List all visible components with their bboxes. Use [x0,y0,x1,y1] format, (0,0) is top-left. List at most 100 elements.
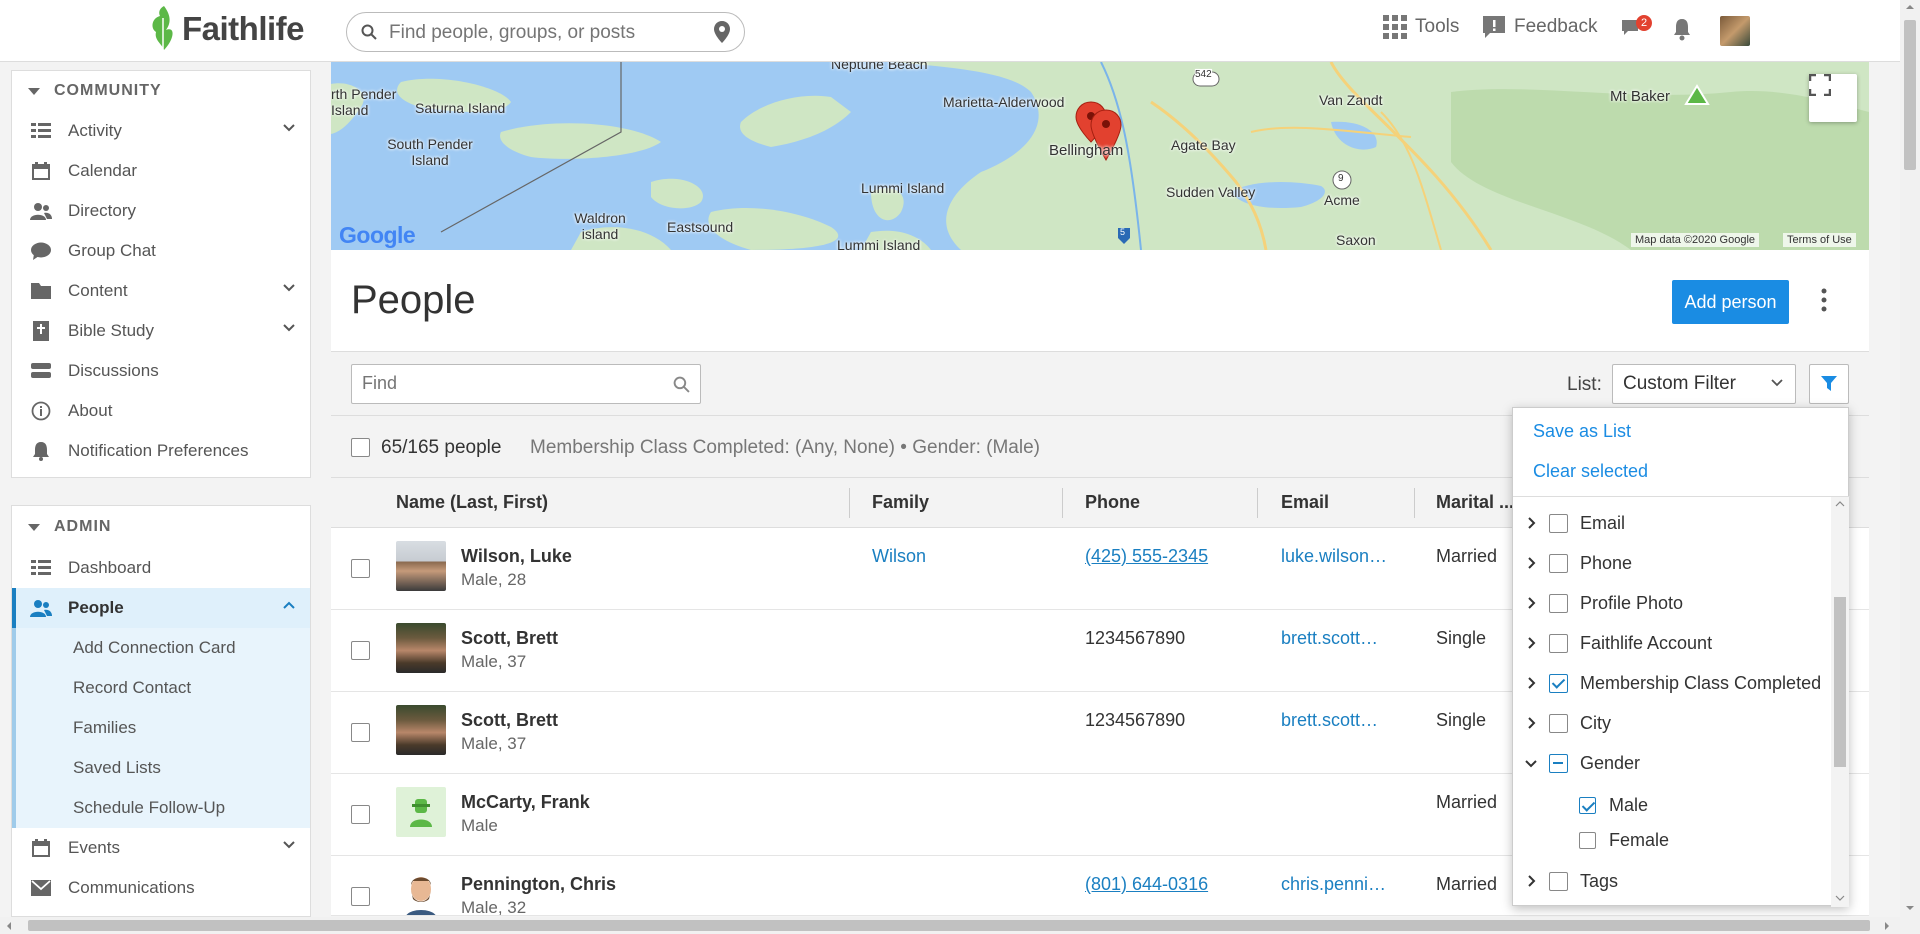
sidebar-item-about[interactable]: About [12,391,310,431]
gender-option-male[interactable]: Male [1579,787,1648,823]
scroll-down-icon[interactable] [1905,905,1915,911]
filter-option-membership-class-completed[interactable]: Membership Class Completed [1513,663,1831,703]
sidebar-item-directory[interactable]: Directory [12,191,310,231]
location-pin-icon[interactable] [714,21,730,43]
chevron-down-icon[interactable] [282,283,296,293]
person-email-link[interactable]: luke.wilson@example.com [1281,546,1396,567]
person-name[interactable]: Scott, Brett [461,710,558,731]
chevron-right-icon[interactable] [1513,596,1549,610]
person-name[interactable]: Wilson, Luke [461,546,572,567]
sidebar-item-content[interactable]: Content [12,271,310,311]
global-search-input[interactable] [389,21,689,45]
row-checkbox[interactable] [351,723,370,742]
save-as-list-link[interactable]: Save as List [1533,421,1631,442]
sidebar-subitem-record-contact[interactable]: Record Contact [12,668,310,708]
select-all-checkbox[interactable] [351,438,370,457]
chevron-down-icon[interactable] [282,840,296,850]
column-name[interactable]: Name (Last, First) [396,492,548,513]
scroll-left-icon[interactable] [6,921,12,931]
dropdown-scroll-thumb[interactable] [1834,597,1846,767]
filter-checkbox[interactable] [1549,593,1568,613]
chevron-right-icon[interactable] [1513,636,1549,650]
chevron-down-icon[interactable] [1513,759,1549,768]
column-email[interactable]: Email [1281,492,1329,513]
sidebar-item-bible-study[interactable]: Bible Study [12,311,310,351]
person-name[interactable]: Pennington, Chris [461,874,616,895]
sidebar-item-group-chat[interactable]: Group Chat [12,231,310,271]
dropdown-scrollbar[interactable] [1831,497,1849,907]
feedback-button[interactable]: Feedback [1482,15,1597,39]
filter-option-city[interactable]: City [1513,703,1831,743]
person-name[interactable]: Scott, Brett [461,628,558,649]
row-checkbox[interactable] [351,887,370,906]
admin-header[interactable]: ADMIN [12,506,310,548]
chevron-right-icon[interactable] [1513,716,1549,730]
filter-button[interactable] [1809,364,1849,404]
person-name[interactable]: McCarty, Frank [461,792,590,813]
chevron-down-icon[interactable] [282,323,296,333]
chevron-down-icon[interactable] [282,123,296,133]
chevron-right-icon[interactable] [1513,556,1549,570]
sidebar-item-people[interactable]: People [12,588,310,628]
add-person-button[interactable]: Add person [1672,280,1789,324]
scroll-down-icon[interactable] [1835,895,1845,901]
scroll-up-icon[interactable] [1835,501,1845,507]
global-search[interactable] [346,12,745,52]
row-checkbox[interactable] [351,805,370,824]
find-input[interactable] [362,373,662,394]
page-horizontal-scrollbar[interactable] [0,917,1900,934]
filter-checkbox[interactable] [1549,871,1568,891]
person-phone-link[interactable]: (425) 555-2345 [1085,546,1208,567]
user-avatar[interactable] [1720,16,1750,46]
chevron-right-icon[interactable] [1513,516,1549,530]
filter-option-email[interactable]: Email [1513,503,1831,543]
sidebar-subitem-add-connection-card[interactable]: Add Connection Card [12,628,310,668]
column-family[interactable]: Family [872,492,929,513]
column-phone[interactable]: Phone [1085,492,1140,513]
gender-option-female[interactable]: Female [1579,822,1669,858]
filter-checkbox[interactable] [1549,633,1568,653]
person-email-link[interactable]: brett.scott@example.com [1281,710,1396,731]
filter-option-profile-photo[interactable]: Profile Photo [1513,583,1831,623]
find-box[interactable] [351,364,701,404]
filter-checkbox[interactable] [1549,713,1568,733]
faithlife-logo[interactable]: Faithlife [148,4,305,54]
filter-option-tags[interactable]: Tags [1513,861,1831,901]
person-email-link[interactable]: brett.scott@example.com [1281,628,1396,649]
gender-checkbox[interactable] [1579,796,1596,814]
page-vertical-scrollbar[interactable] [1900,0,1920,934]
sidebar-item-dashboard[interactable]: Dashboard [12,548,310,588]
column-marital[interactable]: Marital ... [1436,492,1514,513]
gender-checkbox[interactable] [1579,831,1596,849]
map-terms-link[interactable]: Terms of Use [1783,233,1856,247]
scroll-up-icon[interactable] [1905,4,1915,10]
sidebar-subitem-saved-lists[interactable]: Saved Lists [12,748,310,788]
filter-option-phone[interactable]: Phone [1513,543,1831,583]
notifications-button[interactable] [1672,17,1692,41]
person-phone-link[interactable]: (801) 644-0316 [1085,874,1208,895]
chat-button[interactable]: 2 [1620,15,1652,41]
filter-checkbox[interactable] [1549,513,1568,533]
filter-checkbox[interactable] [1549,553,1568,573]
person-email-link[interactable]: chris.pennington@example.com [1281,874,1396,895]
filter-checkbox[interactable] [1549,753,1568,773]
page-horizontal-scroll-thumb[interactable] [28,920,1870,931]
filter-checkbox[interactable] [1549,673,1568,693]
map-fullscreen-button[interactable] [1809,74,1857,122]
page-scroll-thumb[interactable] [1904,20,1916,170]
chevron-right-icon[interactable] [1513,874,1549,888]
list-select[interactable]: Custom Filter [1612,364,1796,404]
row-checkbox[interactable] [351,559,370,578]
filter-option-gender[interactable]: Gender [1513,743,1831,783]
row-checkbox[interactable] [351,641,370,660]
scroll-right-icon[interactable] [1884,921,1890,931]
sidebar-item-communications[interactable]: Communications [12,868,310,908]
sidebar-item-calendar[interactable]: Calendar [12,151,310,191]
more-options-icon[interactable] [1821,288,1827,312]
sidebar-item-activity[interactable]: Activity [12,111,310,151]
sidebar-item-discussions[interactable]: Discussions [12,351,310,391]
sidebar-item-notification-preferences[interactable]: Notification Preferences [12,431,310,471]
tools-menu[interactable]: Tools [1383,15,1459,39]
sidebar-subitem-families[interactable]: Families [12,708,310,748]
map[interactable]: Neptune Beach rth Pender Island Saturna … [331,62,1869,250]
